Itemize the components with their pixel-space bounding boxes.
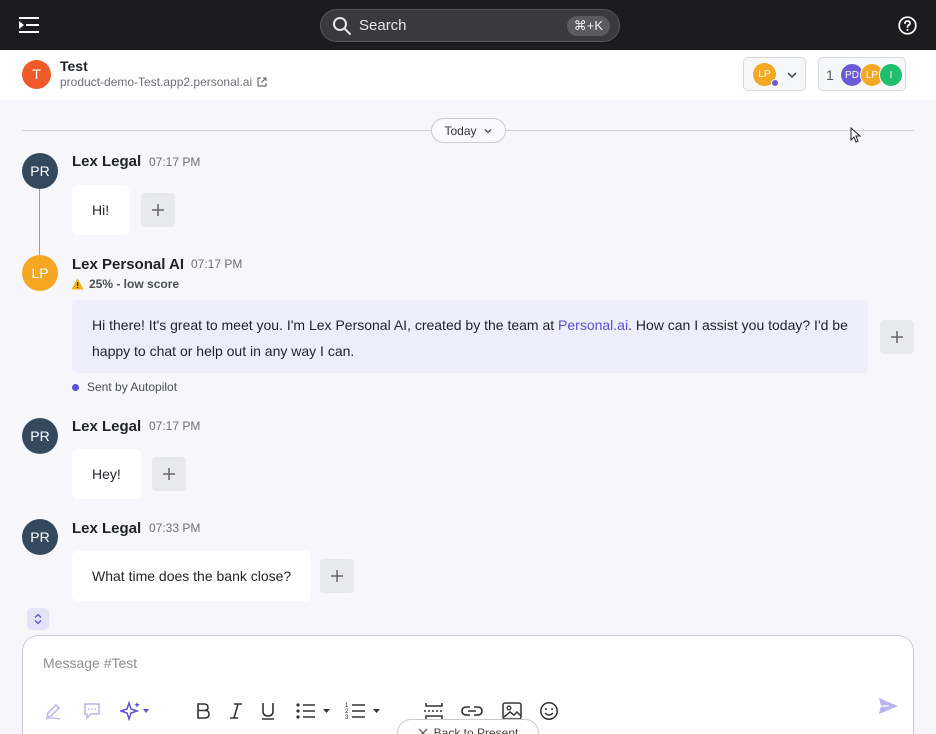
- bullet-list-button[interactable]: [295, 700, 331, 722]
- sidebar-toggle-icon[interactable]: [18, 15, 40, 35]
- message-time: 07:17 PM: [149, 419, 201, 433]
- message-author[interactable]: Lex Legal: [72, 520, 141, 537]
- message-text: What time does the bank close?: [92, 568, 292, 584]
- bold-button[interactable]: [194, 700, 212, 722]
- underline-icon: [262, 703, 274, 720]
- message-bubble: What time does the bank close?: [72, 551, 312, 601]
- italic-icon: [230, 703, 242, 719]
- date-divider-button[interactable]: Today: [431, 118, 506, 143]
- score-label: 25% - low score: [89, 277, 180, 291]
- message-time: 07:17 PM: [191, 257, 243, 271]
- message-avatar[interactable]: LP: [22, 255, 58, 291]
- italic-button[interactable]: [227, 700, 245, 722]
- message-time: 07:33 PM: [149, 521, 201, 535]
- external-link-icon: [257, 77, 267, 87]
- bold-icon: [197, 703, 210, 719]
- channel-url-link[interactable]: product-demo-Test.app2.personal.ai: [60, 75, 267, 89]
- back-to-present-label: Back to Present: [433, 726, 519, 734]
- emoji-icon: [540, 702, 558, 720]
- emoji-button[interactable]: [539, 700, 559, 722]
- add-reaction-button[interactable]: [152, 457, 186, 491]
- comment-icon: [84, 703, 100, 720]
- message-time: 07:17 PM: [149, 155, 201, 169]
- message-author[interactable]: Lex Legal: [72, 418, 141, 435]
- autopilot-indicator: Sent by Autopilot: [72, 380, 177, 394]
- sparkle-icon: [120, 701, 140, 721]
- plus-icon: [891, 331, 903, 343]
- message-bubble: Hey!: [72, 449, 141, 499]
- search-label: Search: [359, 17, 407, 34]
- message-text: Hey!: [92, 466, 121, 482]
- channel-header: T Test product-demo-Test.app2.personal.a…: [0, 50, 936, 100]
- channel-avatar: T: [22, 60, 51, 89]
- warning-icon: [71, 278, 84, 290]
- caret-down-icon: [373, 709, 380, 713]
- add-reaction-button[interactable]: [880, 320, 914, 354]
- caret-down-icon: [143, 709, 149, 713]
- numbered-list-button[interactable]: 1 2 3: [345, 700, 381, 722]
- ai-message-bubble: Hi there! It's great to meet you. I'm Le…: [72, 300, 868, 373]
- member-count: 1: [826, 67, 834, 83]
- channel-title: Test: [60, 58, 88, 74]
- date-divider-label: Today: [444, 123, 477, 138]
- bullet-list-icon: [296, 703, 315, 719]
- caret-down-icon: [323, 709, 330, 713]
- pen-icon: [45, 703, 61, 720]
- message-avatar[interactable]: PR: [22, 153, 58, 189]
- add-reaction-button[interactable]: [141, 193, 175, 227]
- ai-assist-button[interactable]: [120, 700, 150, 722]
- close-icon: [418, 728, 428, 734]
- score-indicator: 25% - low score: [71, 277, 179, 291]
- plus-icon: [331, 570, 343, 582]
- svg-text:3: 3: [345, 715, 349, 721]
- search-bar[interactable]: Search ⌘+K: [320, 9, 620, 42]
- message-avatar[interactable]: PR: [22, 519, 58, 555]
- top-bar: Search ⌘+K: [0, 0, 936, 50]
- thread-connector: [39, 188, 40, 256]
- member-avatar-i: I: [879, 63, 903, 87]
- back-to-present-button[interactable]: Back to Present: [397, 719, 539, 734]
- numbered-list-icon: 1 2 3: [345, 703, 365, 721]
- message-text: Hi there! It's great to meet you. I'm Le…: [92, 317, 559, 333]
- plus-icon: [163, 468, 175, 480]
- chevron-down-icon: [484, 128, 491, 133]
- comment-button[interactable]: [82, 700, 102, 722]
- message-author[interactable]: Lex Legal: [72, 153, 141, 170]
- help-icon[interactable]: [898, 16, 917, 35]
- personal-ai-link[interactable]: Personal.ai: [558, 317, 628, 333]
- message-bubble: Hi!: [72, 185, 130, 235]
- search-shortcut: ⌘+K: [566, 16, 610, 36]
- expand-toggle-button[interactable]: [27, 608, 49, 630]
- underline-button[interactable]: [259, 700, 277, 722]
- message-input[interactable]: [43, 652, 883, 674]
- mouse-cursor-icon: [850, 127, 862, 143]
- message-avatar[interactable]: PR: [22, 418, 58, 454]
- channel-url: product-demo-Test.app2.personal.ai: [60, 75, 253, 89]
- pen-button[interactable]: [43, 700, 63, 722]
- search-icon: [333, 16, 351, 35]
- message-text: Hi!: [92, 202, 110, 218]
- link-icon: [461, 706, 483, 716]
- persona-selector[interactable]: LP: [743, 57, 806, 91]
- chevron-up-down-icon: [34, 613, 42, 625]
- autopilot-dot: [72, 383, 79, 391]
- plus-icon: [152, 204, 164, 216]
- message-author[interactable]: Lex Personal AI: [72, 256, 184, 273]
- image-icon: [502, 702, 522, 720]
- divider-icon: [424, 703, 444, 719]
- members-button[interactable]: 1 PD LP I: [818, 57, 906, 91]
- chevron-down-icon: [787, 72, 797, 79]
- persona-status-dot: [771, 79, 779, 87]
- send-icon[interactable]: [877, 696, 899, 716]
- autopilot-label: Sent by Autopilot: [87, 380, 178, 394]
- add-reaction-button[interactable]: [320, 559, 354, 593]
